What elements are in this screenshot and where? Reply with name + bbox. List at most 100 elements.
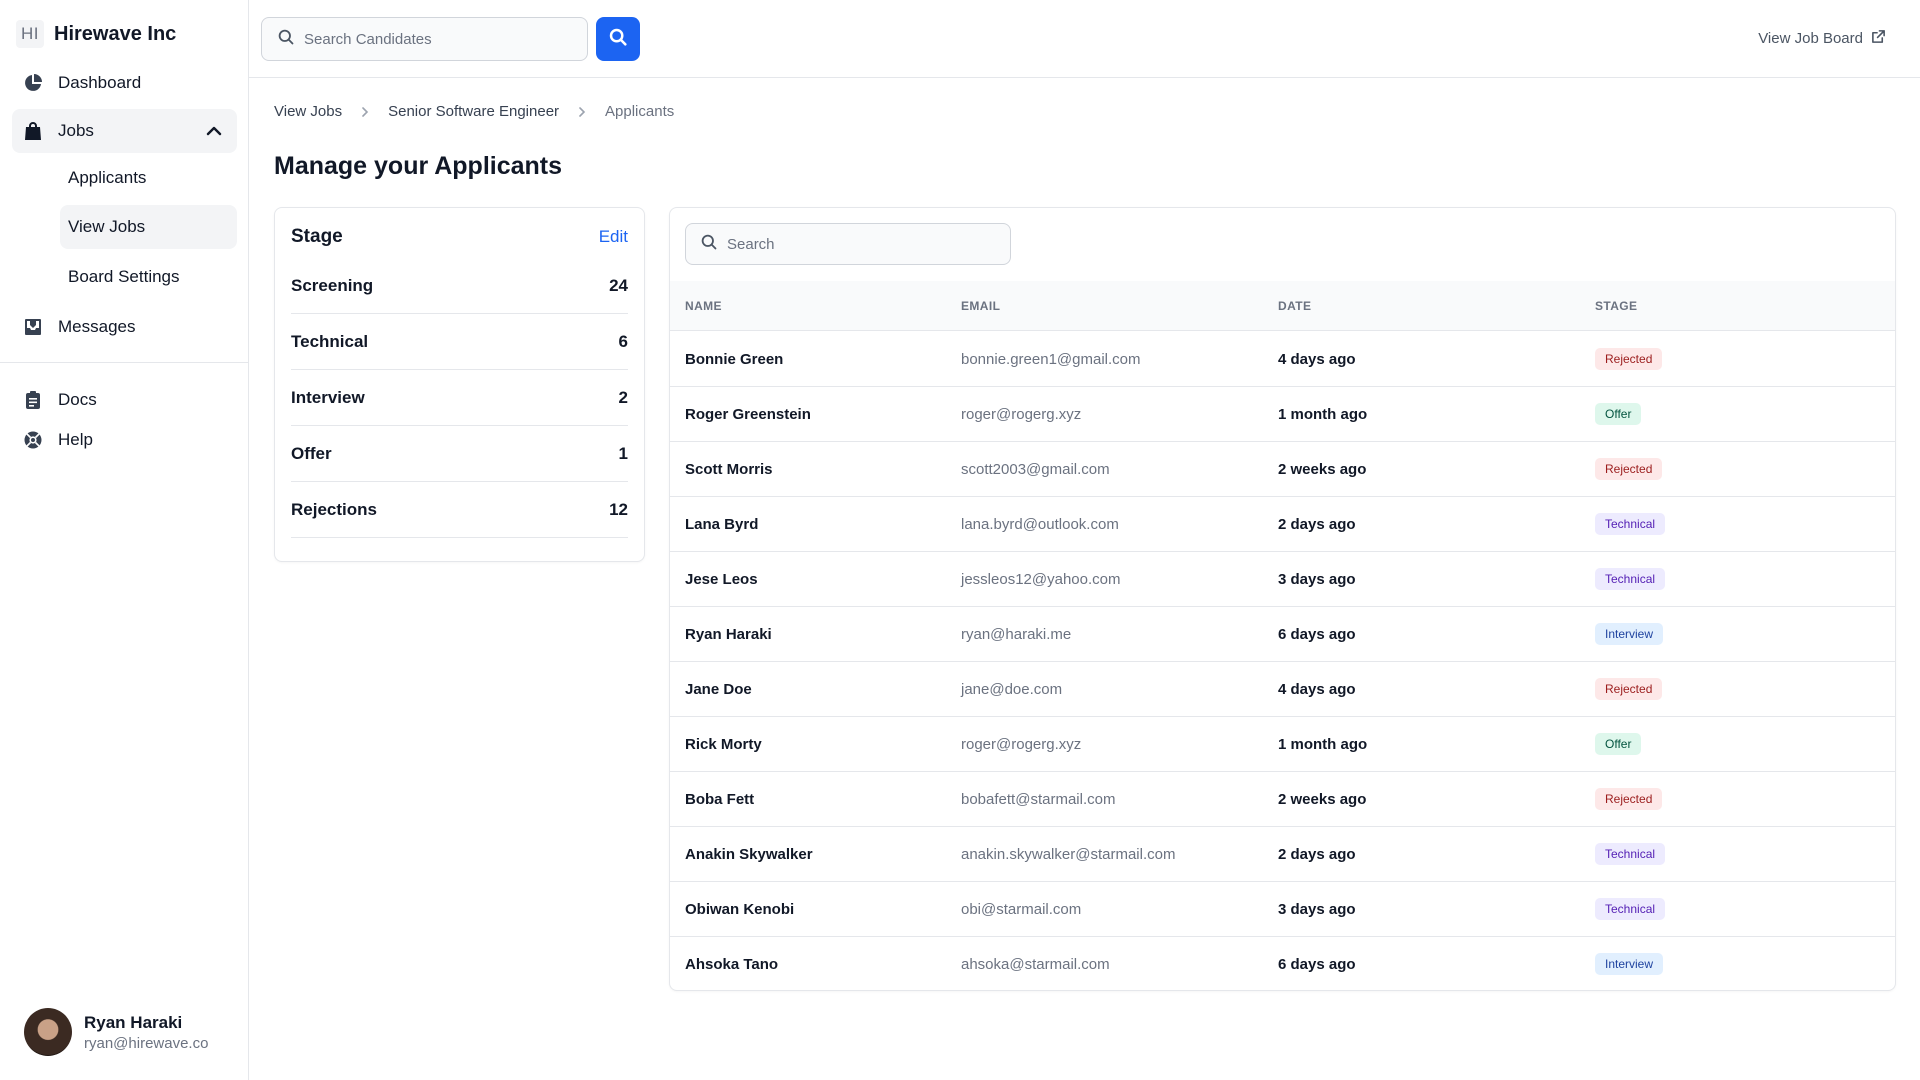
stage-badge: Rejected xyxy=(1595,458,1663,480)
stage-count: 24 xyxy=(609,275,628,295)
applicant-name: Jese Leos xyxy=(685,571,758,588)
applicant-search[interactable] xyxy=(685,223,1011,265)
applied-date: 6 days ago xyxy=(1278,956,1356,973)
column-header-email[interactable]: EMAIL xyxy=(961,299,1000,313)
applicant-email: obi@starmail.com xyxy=(961,901,1082,918)
stage-count: 2 xyxy=(618,387,628,407)
breadcrumb-view-jobs[interactable]: View Jobs xyxy=(274,103,342,120)
applied-date: 2 weeks ago xyxy=(1278,461,1367,478)
applied-date: 2 days ago xyxy=(1278,516,1356,533)
sidebar-item-jobs[interactable]: Jobs xyxy=(12,109,237,153)
applicant-name: Roger Greenstein xyxy=(685,406,811,423)
user-name: Ryan Haraki xyxy=(84,1012,183,1032)
applicant-email: roger@rogerg.xyz xyxy=(961,406,1082,423)
edit-stages-link[interactable]: Edit xyxy=(599,227,628,247)
applicants-table-card: NAME EMAIL DATE STAGE Bonnie Green bonnie… xyxy=(669,207,1896,991)
sidebar-item-applicants[interactable]: Applicants xyxy=(60,156,237,200)
applicant-email: bobafett@starmail.com xyxy=(961,791,1116,808)
stage-row[interactable]: Interview 2 xyxy=(291,370,628,426)
stage-row[interactable]: Screening 24 xyxy=(291,258,628,314)
column-header-date[interactable]: DATE xyxy=(1278,299,1311,313)
applicant-search-input[interactable] xyxy=(727,235,987,253)
table-row[interactable]: Boba Fett bobafett@starmail.com 2 weeks ag… xyxy=(670,772,1895,827)
sidebar-item-label: Docs xyxy=(58,390,97,409)
sidebar-item-messages[interactable]: Messages xyxy=(12,305,237,349)
search-button[interactable] xyxy=(596,17,640,61)
applicant-name: Ahsoka Tano xyxy=(685,956,779,973)
table-header: NAME EMAIL DATE STAGE xyxy=(670,281,1895,331)
applicant-name: Boba Fett xyxy=(685,791,755,808)
sidebar-item-docs[interactable]: Docs xyxy=(12,378,237,422)
stage-count: 6 xyxy=(618,331,628,351)
sidebar-divider xyxy=(0,362,249,363)
applied-date: 4 days ago xyxy=(1278,681,1356,698)
user-email: ryan@hirewave.co xyxy=(84,1034,209,1052)
table-row[interactable]: Jane Doe jane@doe.com 4 days ago Rejected xyxy=(670,662,1895,717)
table-row[interactable]: Lana Byrd lana.byrd@outlook.com 2 days ago… xyxy=(670,497,1895,552)
table-row[interactable]: Jese Leos jessleos12@yahoo.com 3 days ago T… xyxy=(670,552,1895,607)
user-profile[interactable]: Ryan Haraki ryan@hirewave.co xyxy=(24,1008,208,1056)
chevron-right-icon xyxy=(577,106,587,117)
stage-name: Screening xyxy=(291,275,374,295)
stage-badge: Rejected xyxy=(1595,348,1663,370)
candidate-search-input[interactable] xyxy=(304,30,564,48)
stage-row[interactable]: Offer 1 xyxy=(291,426,628,482)
breadcrumb-job[interactable]: Senior Software Engineer xyxy=(388,103,559,120)
table-row[interactable]: Bonnie Green bonnie.green1@gmail.com 4 day… xyxy=(670,332,1895,387)
applicant-name: Lana Byrd xyxy=(685,516,759,533)
table-row[interactable]: Anakin Skywalker anakin.skywalker@starmai… xyxy=(670,827,1895,882)
search-icon xyxy=(609,28,627,51)
candidate-search[interactable] xyxy=(261,17,588,61)
external-link-icon xyxy=(1871,29,1886,48)
stage-name: Rejections xyxy=(291,499,377,519)
sidebar-item-board-settings[interactable]: Board Settings xyxy=(60,255,237,299)
sidebar-item-label: Help xyxy=(58,430,93,449)
stage-badge: Offer xyxy=(1595,403,1642,425)
breadcrumb-current: Applicants xyxy=(605,103,675,120)
stage-header: Stage Edit xyxy=(291,226,628,248)
inbox-icon xyxy=(22,316,44,338)
applicant-email: scott2003@gmail.com xyxy=(961,461,1110,478)
applicant-email: jessleos12@yahoo.com xyxy=(961,571,1121,588)
table-row[interactable]: Rick Morty roger@rogerg.xyz 1 month ago Off… xyxy=(670,717,1895,772)
stage-name: Offer xyxy=(291,443,332,463)
column-header-name[interactable]: NAME xyxy=(685,299,722,313)
topbar: View Job Board xyxy=(249,0,1920,78)
breadcrumb: View Jobs Senior Software Engineer Appli… xyxy=(274,103,674,120)
table-row[interactable]: Roger Greenstein roger@rogerg.xyz 1 month … xyxy=(670,387,1895,442)
avatar xyxy=(24,1008,72,1056)
sidebar-item-label: Jobs xyxy=(58,121,94,140)
stage-title: Stage xyxy=(291,226,343,247)
stage-name: Interview xyxy=(291,387,365,407)
stage-badge: Rejected xyxy=(1595,788,1663,810)
view-job-board-link[interactable]: View Job Board xyxy=(1758,29,1886,48)
stage-badge: Technical xyxy=(1595,513,1666,535)
chevron-up-icon[interactable] xyxy=(205,122,223,145)
search-icon xyxy=(278,29,294,50)
stage-row[interactable]: Rejections 12 xyxy=(291,482,628,538)
stage-badge: Technical xyxy=(1595,898,1666,920)
applicant-name: Obiwan Kenobi xyxy=(685,901,795,918)
table-row[interactable]: Ryan Haraki ryan@haraki.me 6 days ago Inter… xyxy=(670,607,1895,662)
pie-chart-icon xyxy=(22,72,44,94)
stage-row[interactable]: Technical 6 xyxy=(291,314,628,370)
stage-badge: Rejected xyxy=(1595,678,1663,700)
sidebar-item-dashboard[interactable]: Dashboard xyxy=(12,61,237,105)
table-row[interactable]: Scott Morris scott2003@gmail.com 2 weeks a… xyxy=(670,442,1895,497)
page-title: Manage your Applicants xyxy=(274,152,563,180)
applicant-name: Anakin Skywalker xyxy=(685,846,813,863)
stage-summary-card: Stage Edit Screening 24 Technical 6 Inte… xyxy=(274,207,645,562)
applied-date: 2 weeks ago xyxy=(1278,791,1367,808)
table-row[interactable]: Ahsoka Tano ahsoka@starmail.com 6 days ago… xyxy=(670,937,1895,990)
sidebar-item-label: Dashboard xyxy=(58,73,142,92)
sidebar-item-help[interactable]: Help xyxy=(12,418,237,462)
applicant-email: ahsoka@starmail.com xyxy=(961,956,1110,973)
applied-date: 3 days ago xyxy=(1278,901,1356,918)
lifebuoy-icon xyxy=(22,429,44,451)
sidebar-item-view-jobs[interactable]: View Jobs xyxy=(60,205,237,249)
stage-badge: Interview xyxy=(1595,953,1664,975)
brand[interactable]: HI Hirewave Inc xyxy=(16,20,176,48)
column-header-stage[interactable]: STAGE xyxy=(1595,299,1637,313)
table-row[interactable]: Obiwan Kenobi obi@starmail.com 3 days ago T… xyxy=(670,882,1895,937)
view-job-board-label: View Job Board xyxy=(1758,30,1863,47)
